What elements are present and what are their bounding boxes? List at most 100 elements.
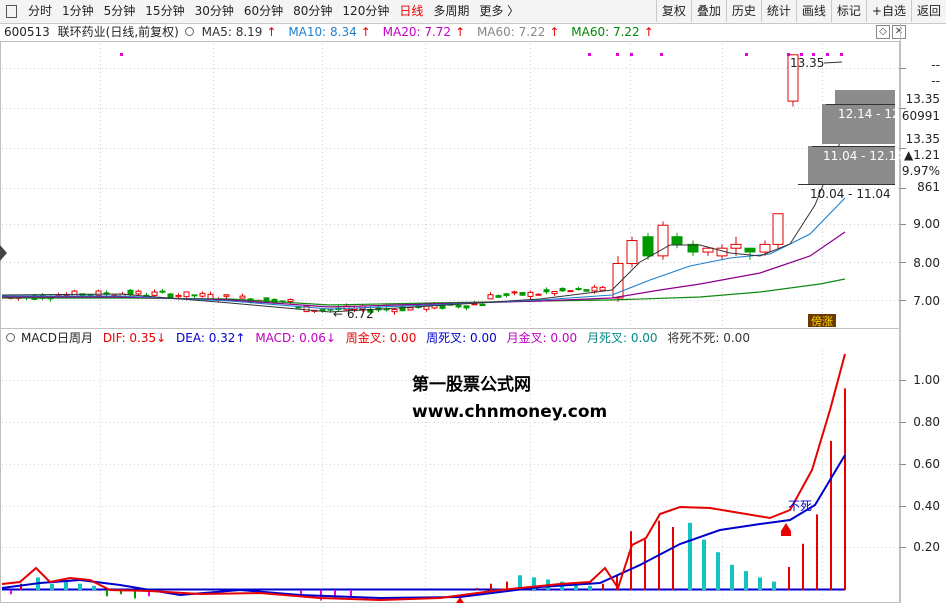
macd-bar-5 xyxy=(78,583,82,590)
recent-candle-body-9 xyxy=(744,247,756,253)
signal-dot-5 xyxy=(745,53,748,56)
macd-bar-27 xyxy=(644,539,646,590)
macd-bar-31 xyxy=(702,539,706,590)
zone-box-1 xyxy=(835,90,895,104)
axis-tick-9: 9.00 xyxy=(913,217,940,231)
candle-body-21 xyxy=(175,294,182,298)
bubu-label: 不死 xyxy=(788,499,812,513)
macd-bar-16 xyxy=(490,583,492,590)
week-golden-cross: 周金叉: 0.00 xyxy=(345,331,417,345)
signal-dot-9 xyxy=(826,53,829,56)
macd-tick-100: 1.00 xyxy=(913,373,940,387)
axis-price: 13.35 xyxy=(905,92,940,106)
macd-settings-icon[interactable] xyxy=(6,333,15,342)
recent-candle-body-6 xyxy=(702,247,714,253)
macd-bar-38 xyxy=(802,543,804,590)
macd-bar-26 xyxy=(630,531,632,590)
candle-body-72 xyxy=(583,289,590,292)
week-death-cross: 周死叉: 0.00 xyxy=(426,331,497,345)
jsbs-value: 将死不死: 0.00 xyxy=(667,331,750,345)
macd-bar-23 xyxy=(588,585,592,590)
candle-body-29 xyxy=(239,295,246,299)
macd-info-bar: MACD日周月 DIF: 0.35↓ DEA: 0.32↑ MACD: 0.06… xyxy=(0,329,900,347)
month-golden-cross: 月金叉: 0.00 xyxy=(506,331,578,345)
macd-bar-37 xyxy=(788,566,790,590)
left-scroll-marker xyxy=(0,245,7,261)
candle-body-66 xyxy=(535,293,542,296)
axis-pct: 9.97% xyxy=(901,164,940,178)
signal-dot-1 xyxy=(588,53,591,56)
candle-body-39 xyxy=(319,309,326,312)
dif-value: DIF: 0.35↓ xyxy=(102,331,167,345)
candle-body-60 xyxy=(487,294,494,300)
recent-candle-body-10 xyxy=(759,243,771,253)
macd-tick-020: 0.20 xyxy=(913,540,940,554)
macd-bar-36 xyxy=(772,581,776,590)
candle-body-61 xyxy=(495,295,502,298)
signal-dot-4 xyxy=(660,53,663,56)
macd-bar-4 xyxy=(64,581,68,590)
candle-body-58 xyxy=(471,303,478,306)
signal-dot-10 xyxy=(840,53,843,56)
axis-tick-8: 8.00 xyxy=(913,256,940,270)
zone-label-2: 11.04 - 12.14 xyxy=(823,149,904,163)
tag-label: 傍涨 xyxy=(811,314,833,328)
low-price-label: ← 6.72 xyxy=(333,307,374,321)
axis-volume: 60991 xyxy=(901,109,940,123)
macd-bar-7 xyxy=(106,590,108,597)
axis-price-2: 13.35 xyxy=(905,132,940,146)
candle-body-23 xyxy=(191,294,198,297)
signal-dot-3 xyxy=(630,53,633,56)
macd-bar-29 xyxy=(672,527,674,590)
macd-bar-14 xyxy=(350,590,352,597)
candle-body-62 xyxy=(503,293,510,296)
recent-candle-body-5 xyxy=(687,243,699,253)
watermark-url: www.chnmoney.com xyxy=(412,402,608,422)
macd-tick-040: 0.40 xyxy=(913,499,940,513)
recent-candle-body-11 xyxy=(772,213,784,245)
high-price-label: 13.35 xyxy=(790,56,824,70)
macd-bar-34 xyxy=(744,571,748,590)
candle-body-68 xyxy=(551,290,558,295)
recent-candle-body-8 xyxy=(730,243,742,249)
macd-bar-33 xyxy=(730,564,734,590)
dea-value: DEA: 0.32↑ xyxy=(176,331,246,345)
axis-tick-7: 7.00 xyxy=(913,294,940,308)
signal-arrow-up xyxy=(781,523,791,531)
macd-bar-15 xyxy=(476,587,478,590)
macd-tick-060: 0.60 xyxy=(913,457,940,471)
macd-bar-39 xyxy=(816,514,818,590)
candle-body-50 xyxy=(407,307,414,311)
candle-body-24 xyxy=(199,292,206,297)
macd-tick-080: 0.80 xyxy=(913,415,940,429)
candle-body-63 xyxy=(511,291,518,294)
candle-body-73 xyxy=(591,286,598,292)
price-pane-border xyxy=(0,41,900,329)
candle-body-69 xyxy=(559,287,566,292)
macd-bar-3 xyxy=(50,583,54,590)
candle-body-70 xyxy=(567,290,574,293)
signal-arrow-base xyxy=(781,531,791,536)
candle-body-67 xyxy=(543,289,550,293)
axis-change: ▲1.21 xyxy=(904,148,940,162)
recent-candle-body-4 xyxy=(671,236,683,245)
candle-body-56 xyxy=(455,304,462,308)
recent-candle-body-2 xyxy=(642,236,654,257)
candle-body-65 xyxy=(527,291,534,297)
signal-dot-0 xyxy=(120,53,123,56)
macd-value: MACD: 0.06↓ xyxy=(255,331,336,345)
macd-bar-32 xyxy=(716,552,720,590)
ma5-line xyxy=(1,129,846,313)
candle-body-57 xyxy=(463,305,470,309)
candle-body-35 xyxy=(287,298,294,302)
axis-dash-1: -- xyxy=(931,58,940,72)
macd-bar-6 xyxy=(92,585,96,590)
kline-chart[interactable]: 13.35 12.14 - 12 11.04 - 12.14 10.04 - 11.0… xyxy=(0,0,946,603)
candle-body-22 xyxy=(183,291,190,298)
candle-body-74 xyxy=(599,286,606,291)
axis-small: 861 xyxy=(917,180,940,194)
high-price-pointer xyxy=(823,61,843,64)
candle-body-16 xyxy=(135,290,142,295)
macd-title: MACD日周月 xyxy=(21,331,93,345)
candle-body-71 xyxy=(575,287,582,290)
